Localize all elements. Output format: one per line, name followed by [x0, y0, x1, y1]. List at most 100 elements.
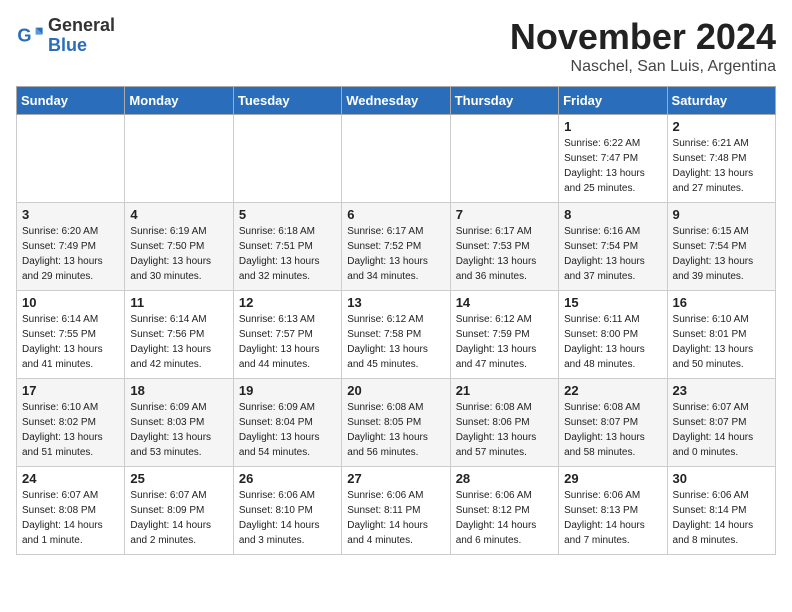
calendar-week-row: 3 Sunrise: 6:20 AM Sunset: 7:49 PM Daylig…	[17, 203, 776, 291]
day-number: 21	[456, 383, 553, 398]
calendar-cell: 9Sunrise: 6:15 AM Sunset: 7:54 PM Daylig…	[667, 203, 775, 291]
location-subtitle: Naschel, San Luis, Argentina	[510, 58, 776, 76]
calendar-cell: 1 Sunrise: 6:22 AM Sunset: 7:47 PM Daylig…	[559, 115, 667, 203]
calendar-cell: 11 Sunrise: 6:14 AM Sunset: 7:56 PM Dayli…	[125, 291, 233, 379]
day-info: Sunrise: 6:06 AM Sunset: 8:14 PM Dayligh…	[673, 488, 770, 548]
calendar-cell: 5 Sunrise: 6:18 AM Sunset: 7:51 PM Daylig…	[233, 203, 341, 291]
day-number: 11	[130, 295, 227, 310]
calendar-week-row: 1 Sunrise: 6:22 AM Sunset: 7:47 PM Daylig…	[17, 115, 776, 203]
day-info: Sunrise: 6:08 AM Sunset: 8:05 PM Dayligh…	[347, 400, 444, 460]
calendar-cell: 20 Sunrise: 6:08 AM Sunset: 8:05 PM Dayli…	[342, 379, 450, 467]
calendar-cell: 28Sunrise: 6:06 AM Sunset: 8:12 PM Dayli…	[450, 467, 558, 555]
day-info: Sunrise: 6:14 AM Sunset: 7:55 PM Dayligh…	[22, 312, 119, 372]
calendar-table: SundayMondayTuesdayWednesdayThursdayFrid…	[16, 86, 776, 555]
calendar-cell: 10 Sunrise: 6:14 AM Sunset: 7:55 PM Dayli…	[17, 291, 125, 379]
day-info: Sunrise: 6:09 AM Sunset: 8:03 PM Dayligh…	[130, 400, 227, 460]
day-number: 7	[456, 207, 553, 222]
calendar-cell	[17, 115, 125, 203]
day-number: 5	[239, 207, 336, 222]
weekday-header-sunday: Sunday	[17, 87, 125, 115]
day-number: 10	[22, 295, 119, 310]
day-info: Sunrise: 6:06 AM Sunset: 8:10 PM Dayligh…	[239, 488, 336, 548]
day-info: Sunrise: 6:20 AM Sunset: 7:49 PM Dayligh…	[22, 224, 119, 284]
calendar-cell: 23 Sunrise: 6:07 AM Sunset: 8:07 PM Dayli…	[667, 379, 775, 467]
calendar-cell: 7Sunrise: 6:17 AM Sunset: 7:53 PM Daylig…	[450, 203, 558, 291]
day-info: Sunrise: 6:10 AM Sunset: 8:02 PM Dayligh…	[22, 400, 119, 460]
weekday-header-row: SundayMondayTuesdayWednesdayThursdayFrid…	[17, 87, 776, 115]
calendar-cell: 6 Sunrise: 6:17 AM Sunset: 7:52 PM Daylig…	[342, 203, 450, 291]
logo-general-text: General	[48, 16, 115, 36]
day-info: Sunrise: 6:19 AM Sunset: 7:50 PM Dayligh…	[130, 224, 227, 284]
page-header: G General Blue November 2024 Naschel, Sa…	[16, 16, 776, 76]
day-number: 29	[564, 471, 661, 486]
weekday-header-friday: Friday	[559, 87, 667, 115]
day-info: Sunrise: 6:06 AM Sunset: 8:13 PM Dayligh…	[564, 488, 661, 548]
calendar-cell: 24 Sunrise: 6:07 AM Sunset: 8:08 PM Dayli…	[17, 467, 125, 555]
calendar-cell: 16 Sunrise: 6:10 AM Sunset: 8:01 PM Dayli…	[667, 291, 775, 379]
logo: G General Blue	[16, 16, 115, 56]
calendar-cell: 4 Sunrise: 6:19 AM Sunset: 7:50 PM Daylig…	[125, 203, 233, 291]
day-number: 16	[673, 295, 770, 310]
day-number: 8	[564, 207, 661, 222]
day-info: Sunrise: 6:09 AM Sunset: 8:04 PM Dayligh…	[239, 400, 336, 460]
day-number: 14	[456, 295, 553, 310]
day-number: 18	[130, 383, 227, 398]
calendar-cell	[233, 115, 341, 203]
calendar-cell: 21Sunrise: 6:08 AM Sunset: 8:06 PM Dayli…	[450, 379, 558, 467]
day-number: 13	[347, 295, 444, 310]
weekday-header-monday: Monday	[125, 87, 233, 115]
day-number: 23	[673, 383, 770, 398]
calendar-cell: 17 Sunrise: 6:10 AM Sunset: 8:02 PM Dayli…	[17, 379, 125, 467]
day-number: 25	[130, 471, 227, 486]
day-info: Sunrise: 6:10 AM Sunset: 8:01 PM Dayligh…	[673, 312, 770, 372]
day-info: Sunrise: 6:12 AM Sunset: 7:59 PM Dayligh…	[456, 312, 553, 372]
day-number: 6	[347, 207, 444, 222]
day-number: 1	[564, 119, 661, 134]
calendar-cell: 15 Sunrise: 6:11 AM Sunset: 8:00 PM Dayli…	[559, 291, 667, 379]
month-title: November 2024	[510, 16, 776, 58]
logo-blue-text: Blue	[48, 36, 115, 56]
day-info: Sunrise: 6:21 AM Sunset: 7:48 PM Dayligh…	[673, 136, 770, 196]
calendar-cell	[125, 115, 233, 203]
svg-text:G: G	[17, 25, 31, 45]
day-info: Sunrise: 6:22 AM Sunset: 7:47 PM Dayligh…	[564, 136, 661, 196]
day-info: Sunrise: 6:06 AM Sunset: 8:11 PM Dayligh…	[347, 488, 444, 548]
day-number: 4	[130, 207, 227, 222]
title-area: November 2024 Naschel, San Luis, Argenti…	[510, 16, 776, 76]
calendar-cell	[450, 115, 558, 203]
day-info: Sunrise: 6:08 AM Sunset: 8:07 PM Dayligh…	[564, 400, 661, 460]
day-number: 28	[456, 471, 553, 486]
calendar-cell: 13 Sunrise: 6:12 AM Sunset: 7:58 PM Dayli…	[342, 291, 450, 379]
day-number: 19	[239, 383, 336, 398]
day-number: 12	[239, 295, 336, 310]
day-info: Sunrise: 6:13 AM Sunset: 7:57 PM Dayligh…	[239, 312, 336, 372]
calendar-cell: 25 Sunrise: 6:07 AM Sunset: 8:09 PM Dayli…	[125, 467, 233, 555]
calendar-week-row: 10 Sunrise: 6:14 AM Sunset: 7:55 PM Dayli…	[17, 291, 776, 379]
day-number: 15	[564, 295, 661, 310]
weekday-header-thursday: Thursday	[450, 87, 558, 115]
calendar-cell: 22 Sunrise: 6:08 AM Sunset: 8:07 PM Dayli…	[559, 379, 667, 467]
day-info: Sunrise: 6:11 AM Sunset: 8:00 PM Dayligh…	[564, 312, 661, 372]
calendar-week-row: 24 Sunrise: 6:07 AM Sunset: 8:08 PM Dayli…	[17, 467, 776, 555]
day-number: 22	[564, 383, 661, 398]
calendar-cell: 12 Sunrise: 6:13 AM Sunset: 7:57 PM Dayli…	[233, 291, 341, 379]
weekday-header-tuesday: Tuesday	[233, 87, 341, 115]
day-info: Sunrise: 6:15 AM Sunset: 7:54 PM Dayligh…	[673, 224, 770, 284]
day-info: Sunrise: 6:07 AM Sunset: 8:09 PM Dayligh…	[130, 488, 227, 548]
day-info: Sunrise: 6:07 AM Sunset: 8:08 PM Dayligh…	[22, 488, 119, 548]
day-info: Sunrise: 6:17 AM Sunset: 7:52 PM Dayligh…	[347, 224, 444, 284]
day-number: 17	[22, 383, 119, 398]
calendar-cell	[342, 115, 450, 203]
day-number: 20	[347, 383, 444, 398]
day-info: Sunrise: 6:07 AM Sunset: 8:07 PM Dayligh…	[673, 400, 770, 460]
day-info: Sunrise: 6:16 AM Sunset: 7:54 PM Dayligh…	[564, 224, 661, 284]
day-number: 3	[22, 207, 119, 222]
calendar-cell: 30Sunrise: 6:06 AM Sunset: 8:14 PM Dayli…	[667, 467, 775, 555]
day-info: Sunrise: 6:14 AM Sunset: 7:56 PM Dayligh…	[130, 312, 227, 372]
calendar-cell: 18 Sunrise: 6:09 AM Sunset: 8:03 PM Dayli…	[125, 379, 233, 467]
logo-icon: G	[16, 22, 44, 50]
day-number: 24	[22, 471, 119, 486]
weekday-header-saturday: Saturday	[667, 87, 775, 115]
day-info: Sunrise: 6:12 AM Sunset: 7:58 PM Dayligh…	[347, 312, 444, 372]
day-info: Sunrise: 6:18 AM Sunset: 7:51 PM Dayligh…	[239, 224, 336, 284]
